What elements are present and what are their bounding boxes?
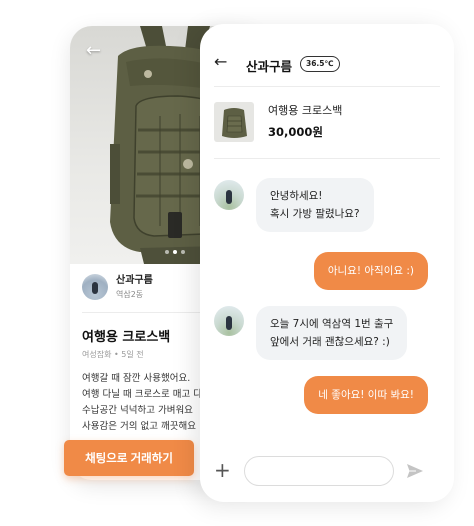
send-icon[interactable] (406, 462, 424, 480)
seller-profile[interactable]: 산과구름 역삼2동 (82, 274, 153, 300)
partner-avatar[interactable] (214, 180, 244, 210)
message-line: 혹시 가방 팔렸나요? (270, 208, 360, 220)
message-bubble-sent: 아니요! 아직이요 :) (313, 252, 428, 290)
partner-avatar[interactable] (214, 306, 244, 336)
seller-avatar[interactable] (82, 274, 108, 300)
manner-temperature-badge: 36.5℃ (300, 56, 340, 72)
divider (214, 86, 440, 87)
backpack-thumbnail-icon (222, 108, 247, 138)
product-meta: 여성잡화 • 5일 전 (82, 350, 144, 359)
product-title: 여행용 크로스백 (82, 330, 171, 345)
chat-product-summary[interactable]: 여행용 크로스백 30,000원 (214, 102, 342, 142)
pagination-dot[interactable] (181, 250, 185, 254)
message-bubble-received: 오늘 7시에 역삼역 1번 출구 앞에서 거래 괜찮으세요? :) (256, 306, 408, 360)
add-attachment-button[interactable]: + (214, 460, 231, 480)
chat-trade-button[interactable]: 채팅으로 거래하기 (64, 440, 194, 476)
pagination-dot-active[interactable] (173, 250, 177, 254)
message-input[interactable] (244, 456, 394, 486)
message-bubble-sent: 네 좋아요! 이따 봐요! (304, 376, 428, 414)
chat-product-price: 30,000원 (268, 125, 323, 139)
back-arrow-icon[interactable]: ← (214, 54, 227, 70)
seller-location: 역삼2동 (116, 290, 144, 299)
message-line: 안녕하세요! (270, 190, 323, 202)
chat-partner-name: 산과구름 (246, 59, 293, 74)
divider (214, 158, 440, 159)
image-pagination (165, 250, 185, 254)
chat-product-name: 여행용 크로스백 (268, 104, 343, 117)
seller-name: 산과구름 (116, 275, 153, 286)
chat-screen: ← 산과구름 36.5℃ 여행용 크로스백 30,000원 안녕하세요! 혹시 … (200, 24, 454, 502)
message-line: 앞에서 거래 괜찮으세요? :) (270, 336, 390, 348)
pagination-dot[interactable] (165, 250, 169, 254)
message-bubble-received: 안녕하세요! 혹시 가방 팔렸나요? (256, 178, 374, 232)
message-composer: + (200, 454, 454, 494)
product-thumbnail[interactable] (214, 102, 254, 142)
message-line: 오늘 7시에 역삼역 1번 출구 (270, 318, 394, 330)
back-arrow-icon[interactable]: ← (86, 42, 101, 60)
chat-header: ← 산과구름 36.5℃ (200, 24, 454, 90)
